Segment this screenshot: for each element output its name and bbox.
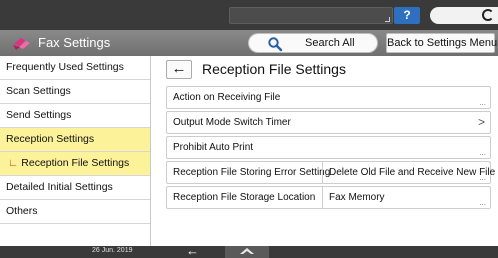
sidebar-item-label: Reception Settings: [6, 133, 95, 145]
search-all-button[interactable]: Search All: [248, 33, 378, 53]
sidebar-item-send-settings[interactable]: Send Settings: [0, 104, 150, 128]
row-divider: [322, 187, 323, 208]
sidebar-item-label: Frequently Used Settings: [6, 61, 124, 73]
setting-label: Reception File Storing Error Setting: [173, 167, 331, 178]
home-button[interactable]: [225, 246, 269, 258]
sidebar-item-label: Others: [6, 205, 38, 217]
setting-label: Reception File Storage Location: [173, 192, 316, 203]
page-title: Reception File Settings: [202, 61, 346, 77]
sidebar-item-label: Send Settings: [6, 109, 72, 121]
sidebar-item-scan-settings[interactable]: Scan Settings: [0, 80, 150, 104]
energy-saver-button[interactable]: [430, 7, 498, 24]
settings-sidebar: Frequently Used Settings Scan Settings S…: [0, 56, 151, 246]
sidebar-item-label: Scan Settings: [6, 85, 71, 97]
system-status-bar: ?: [0, 0, 498, 30]
more-options-icon: ...: [479, 98, 486, 107]
resize-grip-icon: [385, 17, 390, 22]
energy-saver-icon: [482, 9, 494, 21]
back-arrow-button[interactable]: ←: [166, 60, 192, 79]
title-bar: Fax Settings Search All Back to Settings…: [0, 30, 498, 56]
sidebar-item-label: Reception File Settings: [21, 157, 130, 169]
setting-row-output-mode-switch-timer[interactable]: Output Mode Switch Timer >: [166, 111, 491, 134]
settings-panel: ← Reception File Settings Action on Rece…: [152, 56, 498, 246]
back-to-settings-menu-button[interactable]: Back to Settings Menu: [386, 33, 497, 53]
setting-label: Prohibit Auto Print: [173, 142, 254, 153]
search-all-label: Search All: [305, 37, 355, 49]
app-title: Fax Settings: [38, 35, 111, 50]
sidebar-item-reception-file-settings[interactable]: ∟ Reception File Settings: [0, 152, 150, 176]
more-options-icon: ...: [479, 148, 486, 157]
chevron-right-icon: >: [477, 115, 485, 129]
sidebar-item-reception-settings[interactable]: Reception Settings: [0, 128, 150, 152]
sub-item-branch-icon: ∟: [8, 157, 19, 169]
date-display: 26 Jun. 2019: [92, 247, 133, 254]
back-arrow-icon: ←: [171, 60, 187, 77]
help-icon: ?: [403, 8, 411, 22]
system-bottom-bar: 26 Jun. 2019 ←: [0, 244, 498, 258]
home-icon: [240, 248, 254, 254]
setting-row-storage-location[interactable]: Reception File Storage Location Fax Memo…: [166, 186, 491, 209]
sidebar-item-detailed-initial-settings[interactable]: Detailed Initial Settings: [0, 176, 150, 200]
setting-value: Fax Memory: [329, 192, 385, 203]
sidebar-item-label: Detailed Initial Settings: [6, 181, 113, 193]
setting-value: Delete Old File and Receive New File: [329, 167, 496, 178]
fax-app-icon: [13, 38, 30, 50]
setting-label: Output Mode Switch Timer: [173, 117, 291, 128]
sidebar-item-others[interactable]: Others: [0, 200, 150, 224]
setting-label: Action on Receiving File: [173, 92, 281, 103]
search-icon: [268, 37, 283, 52]
more-options-icon: ...: [479, 198, 486, 207]
setting-row-action-on-receiving-file[interactable]: Action on Receiving File ...: [166, 86, 491, 109]
setting-row-storing-error-setting[interactable]: Reception File Storing Error Setting Del…: [166, 161, 495, 184]
help-button[interactable]: ?: [394, 7, 420, 24]
status-message-field[interactable]: [229, 7, 393, 24]
row-divider: [322, 162, 323, 183]
sidebar-item-frequently-used[interactable]: Frequently Used Settings: [0, 56, 150, 80]
setting-row-prohibit-auto-print[interactable]: Prohibit Auto Print ...: [166, 136, 491, 159]
more-options-icon: ...: [479, 173, 486, 182]
nav-back-icon[interactable]: ←: [186, 244, 199, 258]
